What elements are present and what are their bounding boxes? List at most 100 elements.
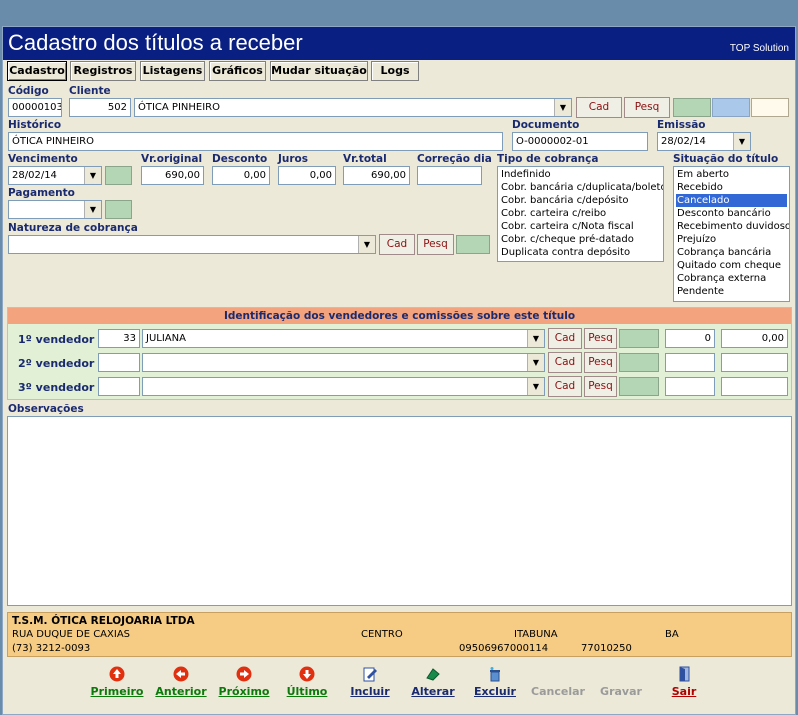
vendedor-2-pesq-button[interactable]: Pesq	[584, 352, 617, 373]
vendedor-1-valor[interactable]: 0,00	[721, 329, 788, 348]
gravar-button[interactable]: Gravar	[591, 663, 651, 711]
vr-total-field[interactable]: 690,00	[343, 166, 410, 185]
codigo-label: Código	[8, 85, 49, 97]
natureza-select[interactable]: ▼	[8, 235, 376, 254]
tipo-cobranca-option[interactable]: Cobr. carteira c/Nota fiscal	[500, 220, 661, 233]
chevron-down-icon[interactable]: ▼	[527, 354, 544, 371]
vr-total-label: Vr.total	[343, 153, 387, 165]
situacao-option[interactable]: Em aberto	[676, 168, 787, 181]
primeiro-label: Primeiro	[90, 685, 144, 698]
arrow-up-icon	[109, 666, 125, 682]
natureza-pesq-button[interactable]: Pesq	[417, 234, 454, 255]
chevron-down-icon[interactable]: ▼	[84, 201, 101, 218]
sair-button[interactable]: Sair	[654, 663, 714, 711]
cliente-pesq-button[interactable]: Pesq	[624, 97, 670, 118]
status-swatch-green	[673, 98, 711, 117]
vendedor-3-select[interactable]: ▼	[142, 377, 545, 396]
vendedor-1-cad-button[interactable]: Cad	[548, 328, 582, 349]
vendedor-2-cad-button[interactable]: Cad	[548, 352, 582, 373]
situacao-list[interactable]: Em aberto Recebido Cancelado Desconto bancá…	[673, 166, 790, 302]
delete-icon	[490, 667, 500, 682]
codigo-field[interactable]: 00000103	[8, 98, 62, 117]
primeiro-button[interactable]: Primeiro	[87, 663, 147, 711]
vendedor-1-select[interactable]: JULIANA ▼	[142, 329, 545, 348]
vendedor-3-swatch	[619, 377, 659, 396]
chevron-down-icon[interactable]: ▼	[527, 330, 544, 347]
vendedor-3-pesq-button[interactable]: Pesq	[584, 376, 617, 397]
tab-registros[interactable]: Registros	[70, 61, 136, 81]
vendedor-1-pct[interactable]: 0	[665, 329, 715, 348]
proximo-button[interactable]: Próximo	[214, 663, 274, 711]
tab-graficos[interactable]: Gráficos	[209, 61, 266, 81]
vendedor-3-valor[interactable]	[721, 377, 788, 396]
vendedor-3-code[interactable]	[98, 377, 140, 396]
tab-cadastro[interactable]: Cadastro	[7, 61, 67, 81]
vendedor-3-pct[interactable]	[665, 377, 715, 396]
empresa-cep: 77010250	[581, 643, 632, 654]
emissao-value: 28/02/14	[661, 136, 706, 147]
excluir-button[interactable]: Excluir	[465, 663, 525, 711]
tipo-cobranca-list[interactable]: Indefinido Cobr. bancária c/duplicata/bol…	[497, 166, 664, 262]
tipo-cobranca-option[interactable]: Cobr. carteira c/reibo	[500, 207, 661, 220]
situacao-option[interactable]: Recebimento duvidoso	[676, 220, 789, 233]
cancelar-button[interactable]: Cancelar	[528, 663, 588, 711]
vendedor-1-pesq-button[interactable]: Pesq	[584, 328, 617, 349]
vendedores-header: Identificação dos vendedores e comissões…	[8, 308, 791, 324]
correcao-field[interactable]	[417, 166, 482, 185]
sair-label: Sair	[671, 685, 697, 698]
tipo-cobranca-option[interactable]: Cobr. bancária c/duplicata/boleto	[500, 181, 663, 194]
situacao-option[interactable]: Pendente	[676, 285, 787, 298]
vendedor-2-pct[interactable]	[665, 353, 715, 372]
tipo-cobranca-option[interactable]: Indefinido	[500, 168, 661, 181]
situacao-option[interactable]: Cobrança externa	[676, 272, 787, 285]
alterar-button[interactable]: Alterar	[403, 663, 463, 711]
gravar-label: Gravar	[600, 685, 642, 698]
incluir-button[interactable]: Incluir	[340, 663, 400, 711]
chevron-down-icon[interactable]: ▼	[358, 236, 375, 253]
company-footer: T.S.M. ÓTICA RELOJOARIA LTDA RUA DUQUE D…	[7, 612, 792, 657]
situacao-option[interactable]: Desconto bancário	[676, 207, 787, 220]
juros-field[interactable]: 0,00	[278, 166, 336, 185]
chevron-down-icon[interactable]: ▼	[733, 133, 750, 150]
tipo-cobranca-option[interactable]: Cobr. bancária c/depósito	[500, 194, 661, 207]
situacao-option[interactable]: Recebido	[676, 181, 787, 194]
excluir-label: Excluir	[474, 685, 516, 698]
observacoes-textarea[interactable]	[7, 416, 792, 606]
tab-listagens[interactable]: Listagens	[140, 61, 205, 81]
anterior-button[interactable]: Anterior	[151, 663, 211, 711]
tipo-cobranca-option[interactable]: Duplicata contra depósito	[500, 246, 661, 259]
emissao-date-select[interactable]: 28/02/14 ▼	[657, 132, 751, 151]
vendedor-1-code[interactable]: 33	[98, 329, 140, 348]
historico-field[interactable]: ÓTICA PINHEIRO	[8, 132, 503, 151]
documento-field[interactable]: O-0000002-01	[512, 132, 648, 151]
ultimo-button[interactable]: Último	[277, 663, 337, 711]
situacao-label: Situação do título	[673, 153, 779, 165]
vencimento-label: Vencimento	[8, 153, 78, 165]
vendedor-2-select[interactable]: ▼	[142, 353, 545, 372]
vr-original-field[interactable]: 690,00	[141, 166, 204, 185]
desconto-field[interactable]: 0,00	[212, 166, 270, 185]
tipo-cobranca-option[interactable]: Cobr. c/cheque pré-datado	[500, 233, 661, 246]
pagamento-swatch	[105, 200, 132, 219]
vencimento-date-select[interactable]: 28/02/14 ▼	[8, 166, 102, 185]
vendedor-2-code[interactable]	[98, 353, 140, 372]
pagamento-label: Pagamento	[8, 187, 75, 199]
cliente-cad-button[interactable]: Cad	[576, 97, 622, 118]
tab-mudar-situacao[interactable]: Mudar situação	[270, 61, 368, 81]
chevron-down-icon[interactable]: ▼	[527, 378, 544, 395]
chevron-down-icon[interactable]: ▼	[84, 167, 101, 184]
tab-logs[interactable]: Logs	[371, 61, 419, 81]
cliente-name-select[interactable]: ÓTICA PINHEIRO ▼	[134, 98, 572, 117]
cliente-code-field[interactable]: 502	[69, 98, 131, 117]
vencimento-swatch	[105, 166, 132, 185]
situacao-option[interactable]: Prejuízo	[676, 233, 787, 246]
documento-label: Documento	[512, 119, 580, 131]
situacao-option[interactable]: Cobrança bancária	[676, 246, 787, 259]
vendedor-3-cad-button[interactable]: Cad	[548, 376, 582, 397]
vendedor-2-valor[interactable]	[721, 353, 788, 372]
pagamento-date-select[interactable]: ▼	[8, 200, 102, 219]
natureza-cad-button[interactable]: Cad	[379, 234, 415, 255]
situacao-option[interactable]: Quitado com cheque	[676, 259, 787, 272]
situacao-option[interactable]: Cancelado	[676, 194, 787, 207]
chevron-down-icon[interactable]: ▼	[554, 99, 571, 116]
